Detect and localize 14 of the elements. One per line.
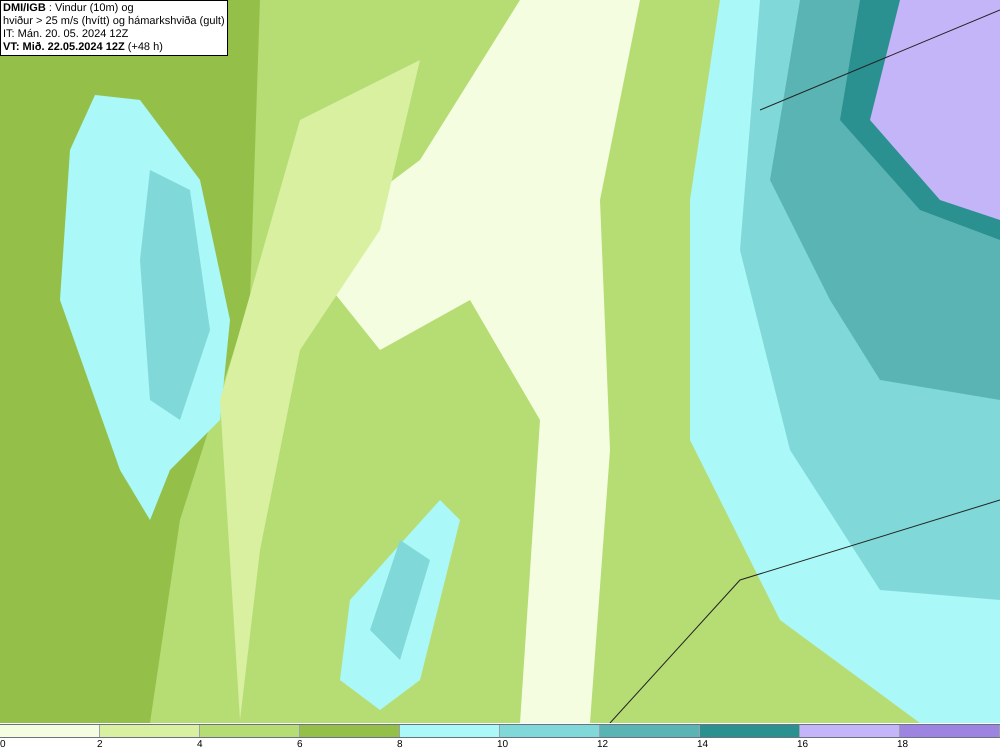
info-text: hviður > 25 m/s (hvítt) og hámarkshviða (gult) bbox=[3, 15, 225, 28]
legend-label: 12 bbox=[597, 738, 608, 751]
info-text: VT: Mið. 22.05.2024 12Z (+48 h) bbox=[3, 41, 164, 54]
legend-label: 14 bbox=[697, 738, 708, 751]
legend-label: 8 bbox=[397, 738, 403, 751]
info-text: DMI/IGB : Vindur (10m) og bbox=[3, 2, 135, 15]
legend-label: 2 bbox=[97, 738, 103, 751]
legend-label: 10 bbox=[497, 738, 508, 751]
legend-label: 6 bbox=[297, 738, 303, 751]
legend-label: 18 bbox=[897, 738, 908, 751]
info-text: IT: Mán. 20. 05. 2024 12Z bbox=[3, 28, 130, 41]
legend-label: 0 bbox=[0, 738, 6, 751]
legend-label: 4 bbox=[197, 738, 203, 751]
legend-label: 16 bbox=[797, 738, 808, 751]
